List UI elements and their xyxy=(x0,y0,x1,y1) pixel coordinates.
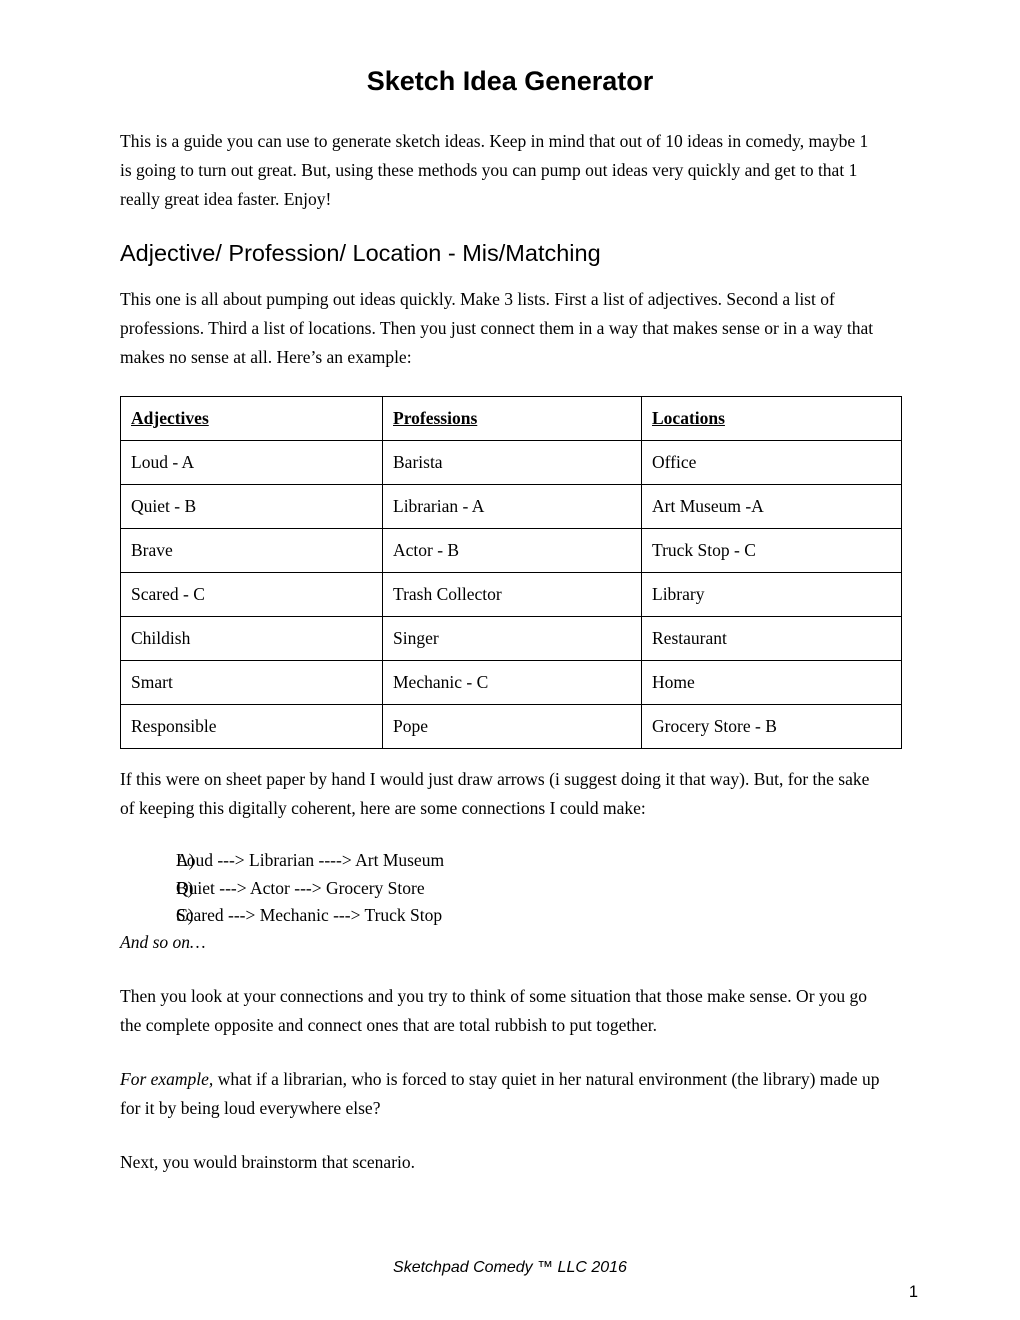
table-cell-adjective: Smart xyxy=(120,660,383,705)
table-row: Scared - C Trash Collector Library xyxy=(120,572,902,617)
table-cell-location: Grocery Store - B xyxy=(641,704,902,749)
list-item: A)Loud ---> Librarian ----> Art Museum xyxy=(120,847,820,875)
footer-copyright: Sketchpad Comedy ™ LLC 2016 xyxy=(393,1259,627,1276)
table-cell-adjective: Childish xyxy=(120,616,383,661)
document-page: Sketch Idea Generator This is a guide yo… xyxy=(0,0,1020,1320)
table-cell-adjective: Brave xyxy=(120,528,383,573)
table-cell-location: Restaurant xyxy=(641,616,902,661)
table-cell-location: Truck Stop - C xyxy=(641,528,902,573)
section-heading: Adjective/ Profession/ Location - Mis/Ma… xyxy=(120,240,601,266)
idea-table: Adjectives Professions Locations Loud - … xyxy=(120,396,902,749)
list-item-marker: B) xyxy=(176,877,194,898)
table-cell-location: Office xyxy=(641,440,902,485)
list-item-text: Quiet ---> Actor ---> Grocery Store xyxy=(176,877,425,898)
table-cell-profession: Singer xyxy=(382,616,642,661)
list-item-marker: C) xyxy=(176,905,194,925)
intro-paragraph: This is a guide you can use to generate … xyxy=(120,131,869,210)
section-description-paragraph: This one is all about pumping out ideas … xyxy=(120,289,874,368)
table-row: Smart Mechanic - C Home xyxy=(120,660,902,705)
post-table-paragraph: If this were on sheet paper by hand I wo… xyxy=(120,769,870,819)
and-so-on-text: And so on… xyxy=(120,932,206,952)
page-number: 1 xyxy=(908,1283,918,1301)
list-item: B)Quiet ---> Actor ---> Grocery Store xyxy=(120,875,820,903)
table-header-professions: Professions xyxy=(382,396,642,441)
table-row: Childish Singer Restaurant xyxy=(120,616,902,661)
page-title: Sketch Idea Generator xyxy=(366,66,654,97)
table-cell-profession: Mechanic - C xyxy=(382,660,642,705)
table-cell-profession: Actor - B xyxy=(382,528,642,573)
table-row: Brave Actor - B Truck Stop - C xyxy=(120,528,902,573)
table-header-locations: Locations xyxy=(641,396,902,441)
table-row: Loud - A Barista Office xyxy=(120,440,902,485)
table-cell-location: Library xyxy=(641,572,902,617)
example-label: For example, xyxy=(120,1069,214,1089)
table-cell-adjective: Loud - A xyxy=(120,440,383,485)
table-cell-location: Home xyxy=(641,660,902,705)
table-cell-profession: Pope xyxy=(382,704,642,749)
table-row: Quiet - B Librarian - A Art Museum -A xyxy=(120,484,902,529)
example-body: what if a librarian, who is forced to st… xyxy=(120,1069,880,1119)
list-item: C)Scared ---> Mechanic ---> Truck Stop xyxy=(120,902,820,930)
table-header-row: Adjectives Professions Locations xyxy=(120,396,902,441)
list-item-text: Scared ---> Mechanic ---> Truck Stop xyxy=(176,905,443,925)
table-cell-profession: Trash Collector xyxy=(382,572,642,617)
then-paragraph: Then you look at your connections and yo… xyxy=(120,986,868,1036)
table-cell-adjective: Scared - C xyxy=(120,572,383,617)
table-header-adjectives: Adjectives xyxy=(120,396,383,441)
table-cell-profession: Barista xyxy=(382,440,642,485)
table-row: Responsible Pope Grocery Store - B xyxy=(120,704,902,749)
table-cell-adjective: Quiet - B xyxy=(120,484,383,529)
next-paragraph: Next, you would brainstorm that scenario… xyxy=(120,1152,416,1172)
list-item-text: Loud ---> Librarian ----> Art Museum xyxy=(176,850,445,870)
connections-list: A)Loud ---> Librarian ----> Art Museum B… xyxy=(120,847,820,930)
example-paragraph: For example, what if a librarian, who is… xyxy=(120,1065,888,1123)
table-cell-location: Art Museum -A xyxy=(641,484,902,529)
list-item-marker: A) xyxy=(176,850,195,870)
table-cell-profession: Librarian - A xyxy=(382,484,642,529)
table-cell-adjective: Responsible xyxy=(120,704,383,749)
